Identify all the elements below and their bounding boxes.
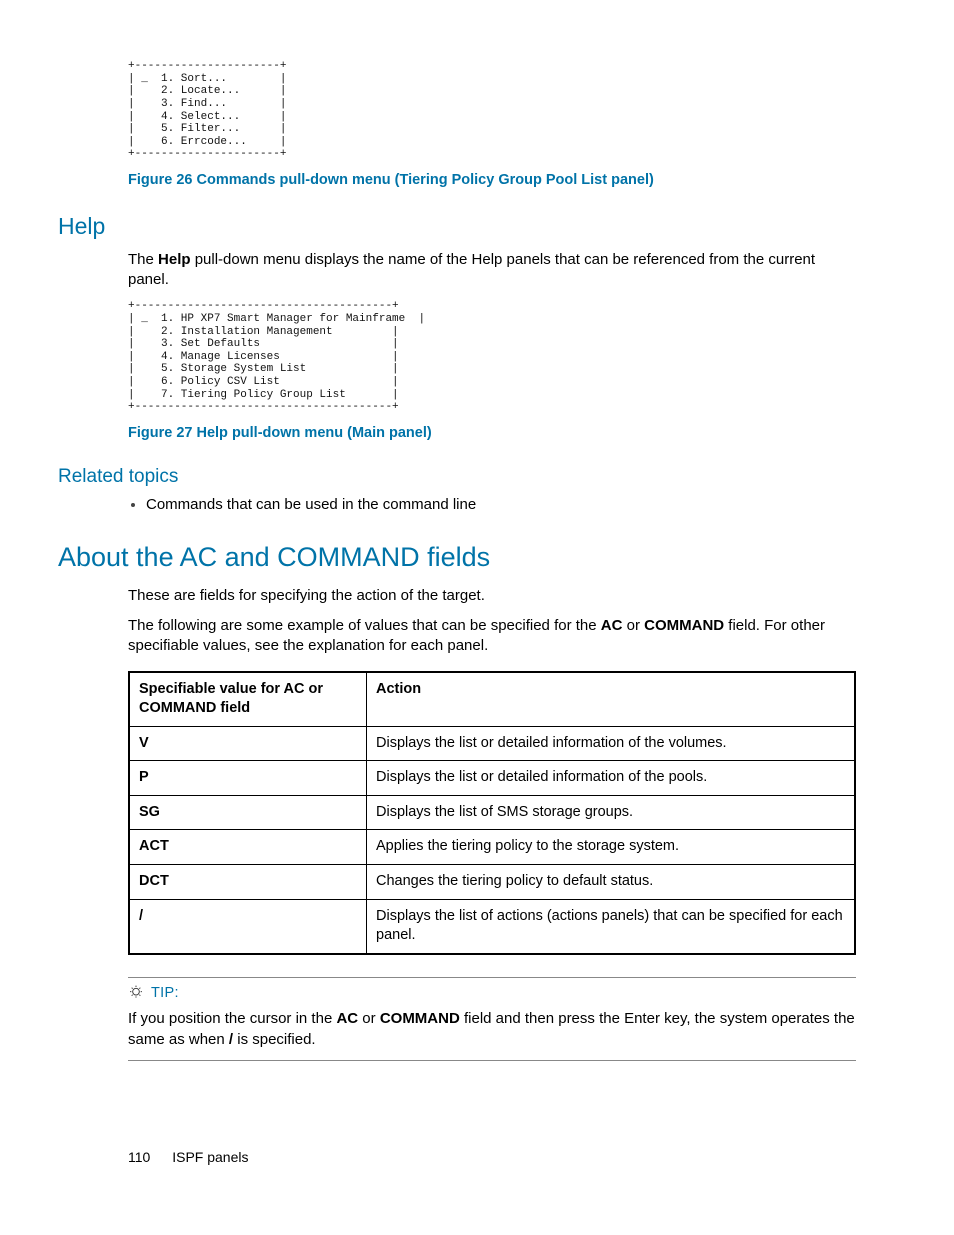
related-topics-item: Commands that can be used in the command… — [146, 495, 856, 515]
page-footer: 110 ISPF panels — [128, 1148, 248, 1167]
table-row: ACTApplies the tiering policy to the sto… — [129, 830, 855, 865]
table-row: PDisplays the list or detailed informati… — [129, 761, 855, 796]
about-p1: These are fields for specifying the acti… — [128, 586, 856, 606]
figure-26-caption: Figure 26 Commands pull-down menu (Tieri… — [128, 171, 856, 191]
help-para-pre: The — [128, 251, 158, 268]
table-cell-value: V — [129, 726, 367, 761]
table-cell-value: P — [129, 761, 367, 796]
tip-block: TIP: If you position the cursor in the A… — [128, 977, 856, 1061]
help-paragraph: The Help pull-down menu displays the nam… — [128, 250, 856, 291]
table-cell-action: Applies the tiering policy to the storag… — [367, 830, 856, 865]
table-cell-action: Displays the list of SMS storage groups. — [367, 795, 856, 830]
table-row: /Displays the list of actions (actions p… — [129, 899, 855, 954]
menu1-pre: +----------------------+ | _ 1. Sort... … — [128, 60, 856, 161]
table-header-action: Action — [367, 672, 856, 727]
table-cell-action: Displays the list or detailed informatio… — [367, 726, 856, 761]
help-para-post: pull-down menu displays the name of the … — [128, 251, 815, 288]
tip-text: If you position the cursor in the AC or … — [128, 1009, 856, 1050]
tip-rule-bottom — [128, 1060, 856, 1061]
table-cell-action: Changes the tiering policy to default st… — [367, 865, 856, 900]
table-header-value: Specifiable value for AC or COMMAND fiel… — [129, 672, 367, 727]
related-topics-heading: Related topics — [58, 464, 856, 490]
table-cell-value: DCT — [129, 865, 367, 900]
table-cell-value: SG — [129, 795, 367, 830]
table-row: VDisplays the list or detailed informati… — [129, 726, 855, 761]
table-cell-value: ACT — [129, 830, 367, 865]
figure-27-caption: Figure 27 Help pull-down menu (Main pane… — [128, 424, 856, 444]
related-topics-list: Commands that can be used in the command… — [128, 495, 856, 515]
footer-section: ISPF panels — [172, 1149, 248, 1165]
page-number: 110 — [128, 1149, 150, 1165]
about-p2: The following are some example of values… — [128, 616, 856, 657]
tip-rule-top — [128, 977, 856, 978]
about-heading: About the AC and COMMAND fields — [58, 539, 856, 575]
help-heading: Help — [58, 211, 856, 242]
table-cell-value: / — [129, 899, 367, 954]
menu2-pre: +---------------------------------------… — [128, 300, 856, 414]
table-row: DCTChanges the tiering policy to default… — [129, 865, 855, 900]
table-row: SGDisplays the list of SMS storage group… — [129, 795, 855, 830]
help-para-bold: Help — [158, 251, 191, 268]
command-table: Specifiable value for AC or COMMAND fiel… — [128, 671, 856, 955]
table-cell-action: Displays the list or detailed informatio… — [367, 761, 856, 796]
table-cell-action: Displays the list of actions (actions pa… — [367, 899, 856, 954]
tip-label: TIP: — [151, 984, 179, 1004]
lightbulb-icon — [128, 985, 144, 1001]
